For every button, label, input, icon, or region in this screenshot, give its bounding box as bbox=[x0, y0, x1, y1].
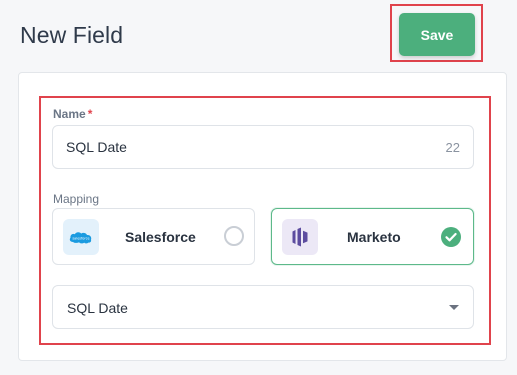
marketo-label: Marketo bbox=[347, 229, 401, 245]
mapping-option-marketo[interactable]: Marketo bbox=[271, 208, 474, 265]
name-input[interactable] bbox=[66, 126, 406, 168]
marketo-logo-icon bbox=[282, 219, 318, 255]
check-circle-icon[interactable] bbox=[441, 227, 461, 247]
name-label: Name * bbox=[53, 107, 92, 121]
save-button[interactable]: Save bbox=[399, 13, 475, 56]
mapping-label: Mapping bbox=[53, 192, 100, 206]
chevron-down-icon bbox=[449, 305, 459, 310]
salesforce-logo-icon: salesforce bbox=[63, 219, 99, 255]
svg-text:salesforce: salesforce bbox=[72, 237, 89, 241]
radio-unselected-icon[interactable] bbox=[224, 226, 244, 246]
name-label-text: Name bbox=[53, 107, 86, 121]
mapping-option-salesforce[interactable]: salesforce Salesforce bbox=[52, 208, 255, 265]
page-title: New Field bbox=[20, 22, 124, 48]
mapping-field-value: SQL Date bbox=[67, 300, 128, 316]
char-count: 22 bbox=[445, 140, 460, 155]
required-marker: * bbox=[87, 107, 93, 121]
mapping-field-select[interactable]: SQL Date bbox=[52, 285, 474, 329]
name-field[interactable]: 22 bbox=[52, 125, 474, 169]
salesforce-label: Salesforce bbox=[125, 229, 196, 245]
